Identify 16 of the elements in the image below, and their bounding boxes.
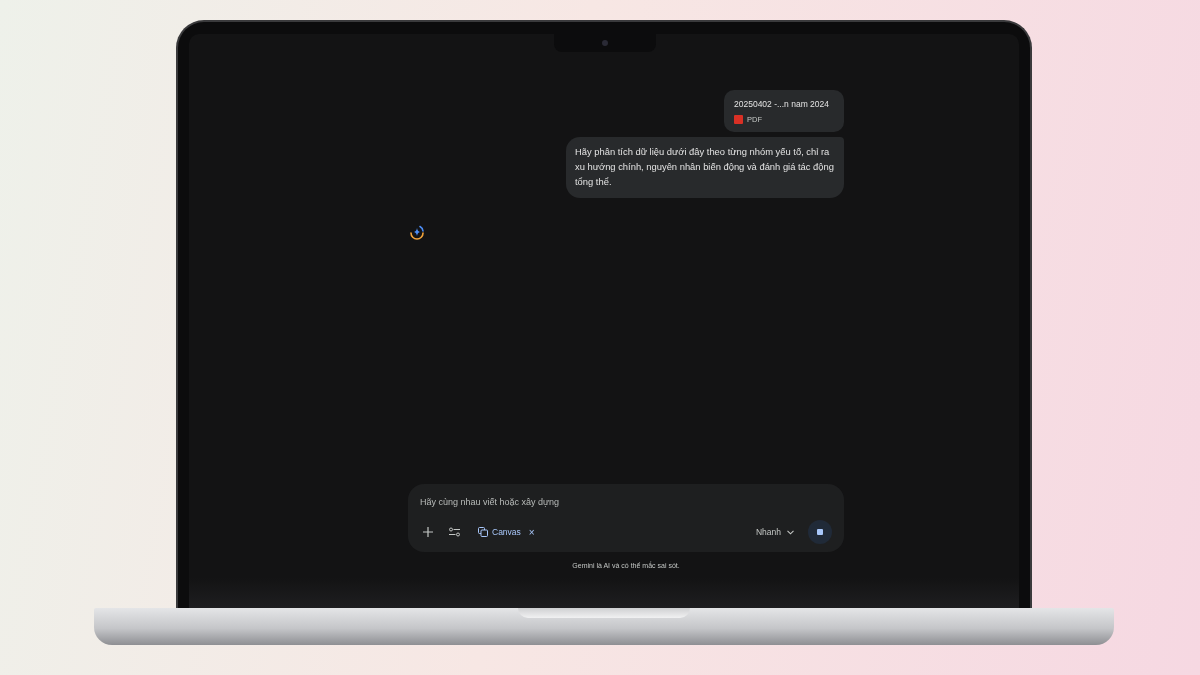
- camera-icon: [602, 40, 608, 46]
- tools-button[interactable]: [446, 524, 462, 540]
- add-button[interactable]: [420, 524, 436, 540]
- canvas-tool-label[interactable]: Canvas: [492, 527, 521, 537]
- prompt-input[interactable]: Hãy cùng nhau viết hoặc xây dựng: [420, 497, 832, 507]
- canvas-icon: [478, 527, 488, 537]
- mode-dropdown[interactable]: Nhanh: [755, 527, 794, 537]
- plus-icon: [423, 527, 433, 537]
- pdf-icon: [734, 115, 743, 124]
- chevron-down-icon: [787, 529, 794, 535]
- stop-icon: [817, 529, 823, 535]
- sliders-icon: [448, 527, 460, 537]
- stop-button[interactable]: [808, 520, 832, 544]
- remove-tool-button[interactable]: ×: [528, 526, 535, 538]
- user-message: Hãy phân tích dữ liệu dưới đây theo từng nhóm yếu tố, chỉ ra xu hướng chính, nguyên nhân biến động và đánh giá tác động tổng thể.: [566, 137, 844, 198]
- file-name: 20250402 -...n nam 2024: [734, 99, 830, 109]
